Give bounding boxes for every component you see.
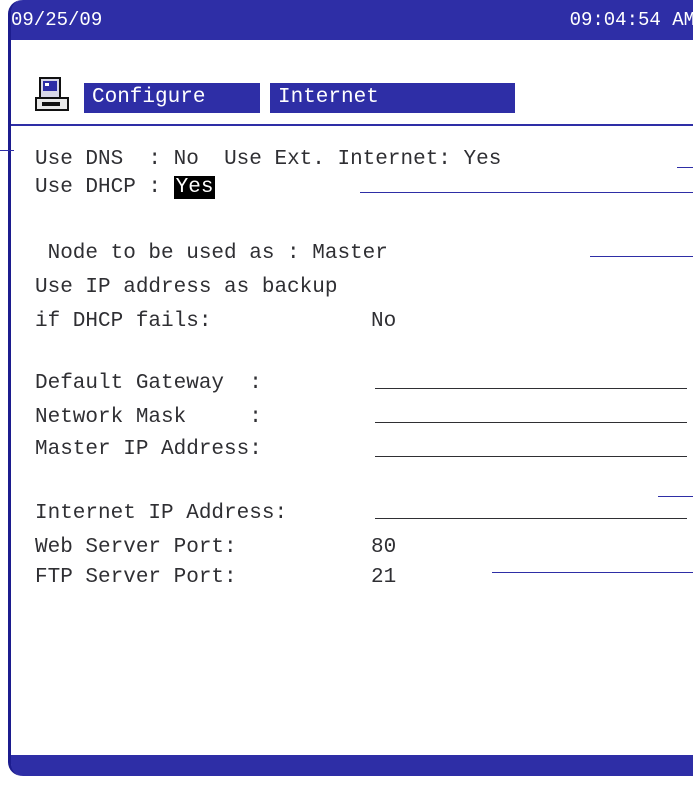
use-dns-value[interactable]: No <box>174 148 199 171</box>
use-ext-internet-label: Use Ext. Internet: <box>224 148 464 171</box>
web-port-row: Web Server Port: 80 <box>35 536 396 560</box>
default-gateway-label: Default Gateway : <box>35 372 262 395</box>
master-ip-field[interactable] <box>375 456 687 457</box>
bottom-bar <box>11 755 693 776</box>
menu-configure[interactable]: Configure <box>84 83 260 113</box>
node-value[interactable]: Master <box>312 242 388 265</box>
network-mask-label: Network Mask : <box>35 406 262 429</box>
master-ip-label: Master IP Address: <box>35 438 262 461</box>
time-display: 09:04:54 AM <box>569 9 693 31</box>
dhcp-row: Use DHCP : Yes <box>35 176 216 200</box>
use-dhcp-value[interactable]: Yes <box>173 176 216 199</box>
use-ext-internet-value[interactable]: Yes <box>464 148 502 171</box>
dhcp-fails-row: if DHCP fails: No <box>35 310 396 334</box>
ftp-port-value[interactable]: 21 <box>371 566 396 590</box>
header-divider <box>11 124 693 126</box>
callout-line-ftp <box>492 572 693 573</box>
callout-line-ext <box>677 167 693 168</box>
dhcp-fails-value[interactable]: No <box>371 310 396 334</box>
backup-label: Use IP address as backup <box>35 276 338 299</box>
callout-line-internet <box>658 496 693 497</box>
node-label: Node to be used as : <box>35 242 313 265</box>
terminal-screen: 09/25/09 09:04:54 AM Configure Internet … <box>8 0 693 776</box>
callout-line-dhcp <box>360 192 693 193</box>
web-port-label: Web Server Port: <box>35 536 237 559</box>
status-bar: 09/25/09 09:04:54 AM <box>11 0 693 40</box>
ftp-port-label: FTP Server Port: <box>35 566 237 589</box>
ftp-port-row: FTP Server Port: 21 <box>35 566 396 590</box>
dns-row: Use DNS : No Use Ext. Internet: Yes <box>35 148 501 172</box>
node-row: Node to be used as : Master <box>35 242 388 266</box>
network-mask-field[interactable] <box>375 422 687 423</box>
date-display: 09/25/09 <box>11 9 103 31</box>
use-dns-label: Use DNS : <box>35 148 174 171</box>
web-port-value[interactable]: 80 <box>371 536 396 560</box>
terminal-icon <box>35 77 69 111</box>
internet-ip-label: Internet IP Address: <box>35 502 288 525</box>
menu-internet[interactable]: Internet <box>270 83 515 113</box>
dhcp-fails-label: if DHCP fails: <box>35 310 212 333</box>
callout-line-left <box>0 150 14 151</box>
use-dhcp-label: Use DHCP : <box>35 176 174 199</box>
callout-line-node <box>590 256 693 257</box>
internet-ip-field[interactable] <box>375 518 687 519</box>
default-gateway-field[interactable] <box>375 388 687 389</box>
